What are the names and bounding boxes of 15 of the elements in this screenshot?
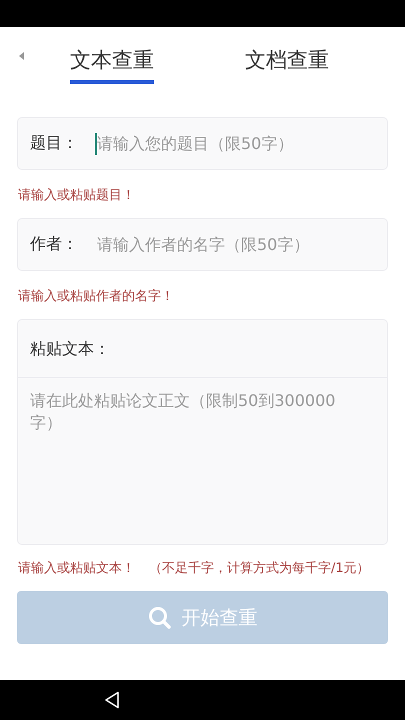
error-message: 请输入或粘贴文本！ [18, 560, 135, 577]
input-field[interactable]: 题目： 请输入您的题目（限50字） [17, 117, 388, 170]
text-input[interactable]: 请输入您的题目（限50字） [97, 134, 375, 153]
tab[interactable]: 文本查重 [70, 36, 154, 84]
input-field[interactable]: 作者： 请输入作者的名字（限50字） [17, 218, 388, 271]
text-area-label: 粘贴文本： [18, 320, 387, 378]
error-message: 请输入或粘贴作者的名字！ [17, 288, 175, 306]
text-area-field[interactable]: 粘贴文本： 请在此处粘贴论文正文（限制50到300000字） [17, 319, 388, 545]
pricing-note: （不足千字，计算方式为每千字/1元） [149, 560, 370, 577]
text-area[interactable]: 请在此处粘贴论文正文（限制50到300000字） [18, 378, 387, 544]
back-icon[interactable] [104, 691, 120, 709]
error-message: 请输入或粘贴题目！ [17, 187, 136, 205]
text-input[interactable]: 请输入作者的名字（限50字） [97, 235, 375, 254]
search-icon [148, 606, 172, 630]
tab[interactable]: 文档查重 [245, 36, 329, 84]
